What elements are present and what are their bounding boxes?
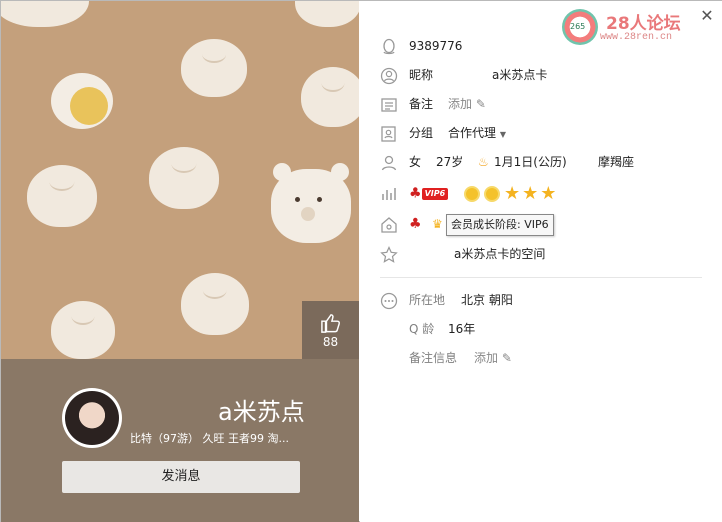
group-folder-icon: [380, 125, 398, 143]
remark-label: 备注: [409, 97, 434, 111]
remark-row: 备注 添加 ✎: [360, 90, 722, 118]
vip-badge[interactable]: ♣ VIP6: [409, 179, 449, 208]
id-card-icon: [380, 96, 398, 114]
remark-info-row: 备注信息 添加 ✎: [360, 344, 722, 372]
star-level-icon: ★: [522, 182, 539, 204]
basic-info-row: 女 27岁 ♨ 1月1日(公历) 摩羯座: [360, 148, 722, 176]
group-label: 分组: [409, 126, 434, 140]
bun-decoration: [295, 1, 359, 27]
profile-panel: a米苏点 比特（97游） 久旺 王者99 淘... 发消息: [1, 359, 359, 522]
send-message-button[interactable]: 发消息: [62, 461, 300, 493]
nickname-row: 昵称 a米苏点卡: [360, 61, 722, 89]
zodiac: 摩羯座: [598, 155, 635, 169]
home-badge-icon: [380, 216, 398, 234]
like-button[interactable]: 88: [302, 301, 359, 359]
bun-decoration: [149, 147, 219, 209]
details-panel: 9389776 昵称 a米苏点卡 备注 添加 ✎ 分组 合作代理 ▼ 女 27岁…: [360, 1, 722, 522]
more-circle-icon: [380, 292, 398, 310]
bun-decoration: [301, 67, 359, 127]
qage-label: Q 龄: [409, 322, 435, 336]
avatar[interactable]: [62, 388, 122, 448]
crown-badge-icon[interactable]: ♛: [432, 210, 443, 238]
divider: [380, 277, 702, 278]
game-info: 比特（97游） 久旺 王者99 淘...: [130, 432, 289, 445]
bear-decoration: [271, 163, 351, 243]
star-level-icon: ★: [504, 182, 521, 204]
location-value: 北京 朝阳: [461, 293, 513, 307]
remark-info-label: 备注信息: [409, 351, 458, 365]
bun-decoration: [181, 273, 249, 335]
qq-number: 9389776: [409, 39, 463, 53]
level-row: ♣ VIP6 ★ ★ ★: [360, 179, 722, 207]
site-watermark-logo: 265 28人论坛 www.28ren.cn: [560, 5, 700, 49]
site-badge-text: 265: [570, 22, 586, 31]
gender: 女: [409, 155, 422, 169]
egg-decoration: [51, 73, 113, 129]
qage-row: Q 龄 16年: [360, 315, 722, 343]
like-count: 88: [322, 335, 339, 349]
site-url: www.28ren.cn: [600, 32, 673, 43]
remark-info-add-link[interactable]: 添加 ✎: [474, 344, 512, 372]
thumbs-up-icon: [320, 314, 340, 333]
sun-level-icon: [464, 185, 480, 202]
star-level-icon: ★: [540, 182, 557, 204]
person-icon: [380, 154, 398, 172]
bun-decoration: [181, 39, 247, 97]
sun-level-icon: [484, 185, 500, 202]
nickname-value: a米苏点卡: [492, 68, 548, 82]
bar-chart-icon: [380, 185, 398, 203]
space-link[interactable]: a米苏点卡的空间: [454, 240, 545, 268]
site-name: 28人论坛: [606, 14, 681, 34]
caret-down-icon: ▼: [499, 130, 506, 139]
penguin-icon: [380, 38, 398, 56]
qage-value: 16年: [448, 322, 476, 336]
penguin-vip-icon: ♣: [409, 185, 422, 202]
star-outline-icon: [380, 246, 398, 264]
group-dropdown[interactable]: 合作代理 ▼: [448, 119, 506, 149]
nickname-label: 昵称: [409, 68, 434, 82]
remark-add-link[interactable]: 添加 ✎: [448, 90, 486, 118]
location-row: 所在地 北京 朝阳: [360, 286, 722, 314]
bun-decoration: [51, 301, 115, 359]
vip-tooltip: 会员成长阶段: VIP6: [446, 214, 554, 236]
pencil-icon: ✎: [475, 97, 486, 111]
close-button[interactable]: ✕: [698, 7, 716, 25]
level-icons[interactable]: ★ ★ ★: [464, 179, 558, 208]
bun-decoration: [1, 1, 89, 27]
pencil-icon: ✎: [501, 351, 512, 365]
display-name: a米苏点: [218, 398, 304, 426]
birthday: 1月1日(公历): [494, 155, 567, 169]
cake-icon: ♨: [478, 155, 489, 169]
group-row: 分组 合作代理 ▼: [360, 119, 722, 147]
bun-decoration: [27, 165, 97, 227]
age: 27岁: [436, 155, 464, 169]
space-row: a米苏点卡的空间: [360, 240, 722, 268]
vip-tag: VIP6: [421, 187, 449, 200]
person-circle-icon: [380, 67, 398, 85]
profile-card-window: 88 a米苏点 比特（97游） 久旺 王者99 淘... 发消息 9389776…: [0, 0, 722, 522]
penguin-badge-icon[interactable]: ♣: [409, 210, 422, 238]
location-label: 所在地: [409, 293, 446, 307]
